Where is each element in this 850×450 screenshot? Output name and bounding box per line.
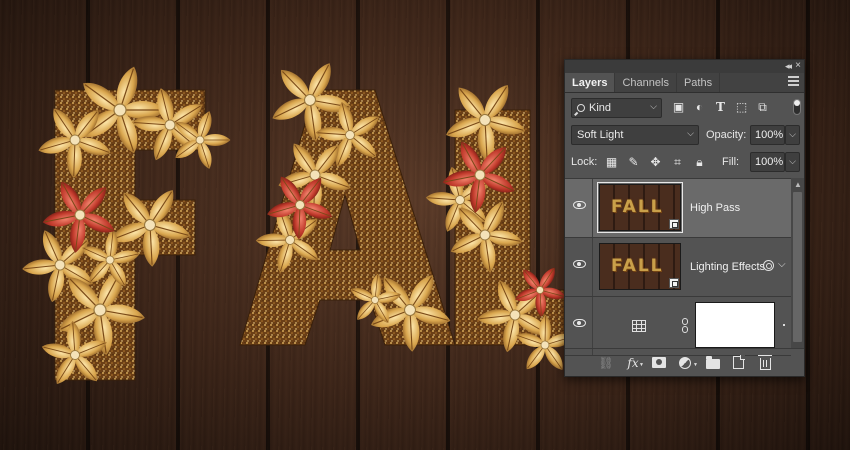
lock-transparent-pixels-icon[interactable]: ▦ bbox=[603, 154, 620, 170]
new-group-icon[interactable] bbox=[706, 355, 722, 371]
filter-toggle-switch[interactable] bbox=[793, 99, 801, 115]
layer-grid-icon bbox=[632, 320, 646, 332]
scroll-up-icon[interactable]: ▲ bbox=[794, 180, 802, 189]
layer-high-pass[interactable]: FALL High Pass bbox=[565, 179, 791, 238]
smart-object-icon bbox=[669, 219, 679, 229]
search-icon bbox=[577, 104, 585, 112]
layers-panel: ◂◂ × Layers Channels Paths Kind ⌵ ▣ ◐ T … bbox=[564, 59, 805, 377]
blend-mode-value: Soft Light bbox=[577, 129, 624, 141]
shape-filter-icon[interactable]: ⬚ bbox=[734, 99, 749, 115]
fill-field[interactable]: 100% bbox=[750, 152, 785, 172]
panel-tabs: Layers Channels Paths bbox=[565, 73, 804, 93]
lock-row: Lock: ▦ ✎ ✥ ⌗ 🔒︎ Fill: 100% ⌵ bbox=[571, 152, 801, 174]
type-filter-icon[interactable]: T bbox=[713, 99, 728, 115]
chevron-down-icon: ⌵ bbox=[650, 101, 657, 111]
blend-mode-select[interactable]: Soft Light ⌵ bbox=[571, 125, 699, 145]
fill-dropdown-icon[interactable]: ⌵ bbox=[785, 152, 800, 172]
link-layers-icon[interactable]: ⛓︎ bbox=[598, 355, 614, 371]
image-filter-icon[interactable]: ▣ bbox=[671, 99, 686, 115]
tab-layers[interactable]: Layers bbox=[565, 73, 616, 92]
filter-kind-label: Kind bbox=[589, 102, 612, 114]
mask-link-icon[interactable] bbox=[682, 318, 688, 333]
chevron-down-icon: ⌵ bbox=[687, 128, 694, 138]
expand-effects-chevron-icon[interactable]: ⌵ bbox=[778, 259, 786, 270]
opacity-label: Opacity: bbox=[706, 129, 747, 141]
lock-position-icon[interactable]: ✥ bbox=[647, 154, 664, 170]
layer-thumbnail[interactable]: FALL bbox=[599, 243, 681, 290]
collapse-panel-icon[interactable]: ◂◂ bbox=[785, 61, 792, 72]
panel-title-bar[interactable]: ◂◂ × bbox=[565, 60, 804, 73]
fill-label: Fill: bbox=[722, 156, 740, 168]
thumbnail-text: FALL bbox=[611, 197, 664, 217]
layers-bottom-toolbar: ⛓︎ fx ▼ ▼ bbox=[565, 348, 804, 376]
new-layer-icon[interactable] bbox=[733, 355, 749, 371]
panel-menu-icon[interactable] bbox=[788, 76, 799, 87]
scrollbar-thumb[interactable] bbox=[793, 192, 802, 342]
visibility-eye-icon[interactable] bbox=[573, 260, 586, 268]
filter-kind-select[interactable]: Kind ⌵ bbox=[571, 98, 662, 118]
layer-style-icon[interactable] bbox=[763, 260, 774, 271]
add-mask-icon[interactable] bbox=[652, 355, 668, 371]
visibility-eye-icon[interactable] bbox=[573, 319, 586, 327]
fx-label: fx bbox=[627, 355, 639, 370]
layer-filter-row: Kind ⌵ ▣ ◐ T ⬚ ⧉ bbox=[571, 98, 801, 120]
smart-object-icon bbox=[669, 278, 679, 288]
blend-row: Soft Light ⌵ Opacity: 100% ⌵ bbox=[571, 125, 801, 147]
tab-paths[interactable]: Paths bbox=[677, 73, 721, 92]
thumbnail-text: FALL bbox=[611, 256, 664, 276]
layers-list: FALL High Pass FALL Lighting Effects ⌵ bbox=[565, 178, 791, 356]
fx-icon[interactable]: fx ▼ bbox=[625, 355, 644, 371]
opacity-dropdown-icon[interactable]: ⌵ bbox=[785, 125, 800, 145]
smart-object-filter-icon[interactable]: ⧉ bbox=[755, 99, 770, 115]
visibility-eye-icon[interactable] bbox=[573, 201, 586, 209]
layer-name[interactable]: High Pass bbox=[690, 202, 740, 214]
lock-artboard-icon[interactable]: ⌗ bbox=[669, 154, 686, 170]
tab-channels[interactable]: Channels bbox=[615, 73, 677, 92]
layers-scrollbar[interactable]: ▲ bbox=[791, 178, 804, 348]
adjustment-layer-icon[interactable]: ▼ bbox=[679, 355, 698, 371]
lock-label: Lock: bbox=[571, 156, 598, 168]
layer-lighting-effects[interactable]: FALL Lighting Effects ⌵ bbox=[565, 238, 791, 297]
opacity-field[interactable]: 100% bbox=[750, 125, 785, 145]
lock-all-icon[interactable]: 🔒︎ bbox=[691, 154, 708, 170]
layer-thumbnail[interactable]: FALL bbox=[597, 182, 683, 233]
delete-layer-icon[interactable] bbox=[758, 354, 776, 371]
adjustment-filter-icon[interactable]: ◐ bbox=[692, 99, 707, 115]
lock-image-pixels-icon[interactable]: ✎ bbox=[625, 154, 642, 170]
layer-name[interactable]: Lighting Effects bbox=[690, 261, 765, 273]
close-panel-icon[interactable]: × bbox=[795, 60, 801, 71]
layer-mask-thumbnail[interactable] bbox=[695, 302, 775, 348]
